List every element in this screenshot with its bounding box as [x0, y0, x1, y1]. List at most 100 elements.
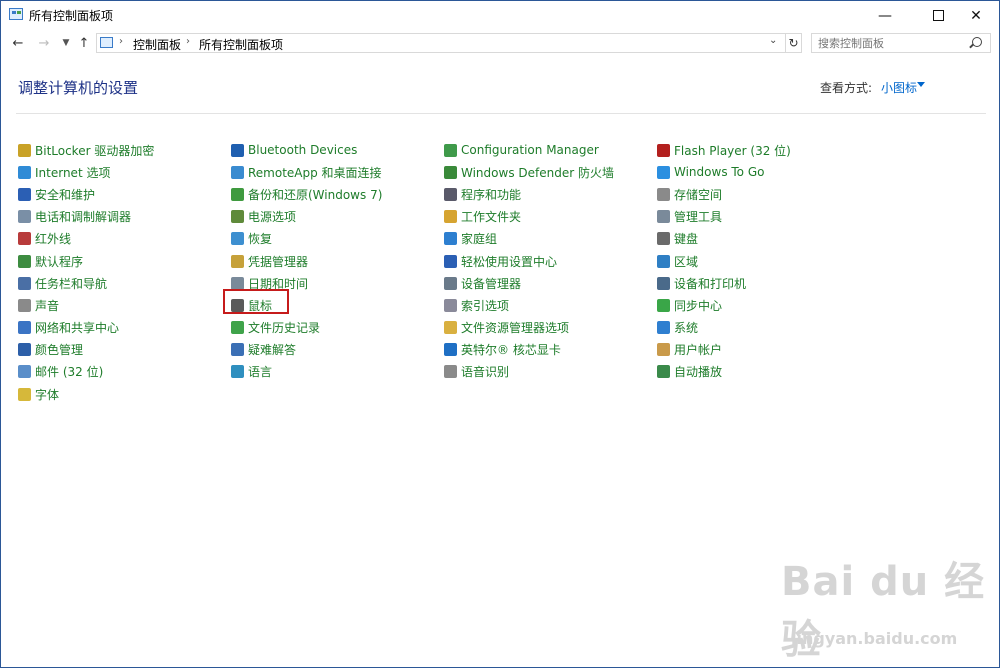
control-panel-item[interactable]: 电源选项 [231, 206, 382, 228]
control-panel-item[interactable]: 系统 [657, 317, 791, 339]
control-panel-item[interactable]: Windows To Go [657, 161, 791, 183]
control-panel-item-label: 设备管理器 [461, 276, 522, 291]
control-panel-item[interactable]: 任务栏和导航 [18, 272, 154, 294]
control-panel-item[interactable]: 颜色管理 [18, 339, 154, 361]
control-panel-item-label: 恢复 [248, 232, 273, 247]
control-panel-item[interactable]: 程序和功能 [444, 183, 614, 205]
control-panel-item[interactable]: 键盘 [657, 228, 791, 250]
minimize-button[interactable]: — [862, 1, 908, 30]
configuration-icon [444, 143, 457, 157]
control-panel-item[interactable]: 恢复 [231, 228, 382, 250]
control-panel-item-label: 文件历史记录 [248, 321, 321, 336]
control-panel-item-label: 用户帐户 [674, 343, 723, 358]
window-title: 所有控制面板项 [29, 9, 114, 23]
control-panel-item-label: 默认程序 [35, 254, 84, 269]
flash-player-icon [657, 143, 670, 157]
phone-modem-icon [18, 210, 31, 224]
control-panel-item[interactable]: Bluetooth Devices [231, 139, 382, 161]
view-by-chevron-down-icon[interactable] [917, 82, 925, 87]
control-panel-item[interactable]: 凭据管理器 [231, 250, 382, 272]
control-panel-item[interactable]: 工作文件夹 [444, 206, 614, 228]
control-panel-item[interactable]: 电话和调制解调器 [18, 206, 154, 228]
control-panel-item-label: Windows Defender 防火墙 [461, 165, 614, 180]
language-icon [231, 365, 244, 379]
control-panel-item[interactable]: 英特尔® 核芯显卡 [444, 339, 614, 361]
search-box[interactable] [811, 33, 991, 53]
control-panel-item[interactable]: 文件资源管理器选项 [444, 317, 614, 339]
control-panel-address-icon [100, 37, 113, 48]
control-panel-item[interactable]: 邮件 (32 位) [18, 361, 154, 383]
address-bar[interactable]: › 控制面板 › 所有控制面板项 ⌄ [96, 33, 786, 53]
control-panel-item[interactable]: 用户帐户 [657, 339, 791, 361]
control-panel-item[interactable]: 轻松使用设置中心 [444, 250, 614, 272]
internet-options-icon [18, 165, 31, 179]
control-panel-item-label: 程序和功能 [461, 187, 522, 202]
control-panel-item[interactable]: 声音 [18, 294, 154, 316]
breadcrumb-separator-icon[interactable]: › [119, 36, 123, 47]
view-by-dropdown[interactable]: 小图标 [881, 79, 917, 96]
address-dropdown-icon[interactable]: ⌄ [769, 35, 777, 46]
backup-icon [231, 187, 244, 201]
control-panel-item[interactable]: Flash Player (32 位) [657, 139, 791, 161]
control-panel-item-label: 任务栏和导航 [35, 276, 108, 291]
control-panel-item[interactable]: 同步中心 [657, 294, 791, 316]
color-management-icon [18, 343, 31, 357]
bitlocker-icon [18, 143, 31, 157]
control-panel-item[interactable]: 设备管理器 [444, 272, 614, 294]
control-panel-item[interactable]: Internet 选项 [18, 161, 154, 183]
control-panel-item[interactable]: 红外线 [18, 228, 154, 250]
breadcrumb-all-items[interactable]: 所有控制面板项 [199, 36, 283, 53]
control-panel-item-label: 语言 [248, 365, 273, 380]
font-icon [18, 387, 31, 401]
control-panel-item[interactable]: Configuration Manager [444, 139, 614, 161]
control-panel-item[interactable]: 疑难解答 [231, 339, 382, 361]
up-arrow-icon[interactable]: ↑ [75, 34, 93, 52]
control-panel-item-label: Bluetooth Devices [248, 143, 358, 158]
control-panel-item[interactable]: 语言 [231, 361, 382, 383]
control-panel-item[interactable]: 管理工具 [657, 206, 791, 228]
control-panel-item-label: 存储空间 [674, 187, 723, 202]
forward-arrow-icon[interactable]: → [35, 34, 53, 52]
search-icon[interactable] [972, 37, 982, 47]
storage-spaces-icon [657, 187, 670, 201]
control-panel-item[interactable]: 索引选项 [444, 294, 614, 316]
programs-icon [444, 187, 457, 201]
keyboard-icon [657, 232, 670, 246]
control-panel-item[interactable]: RemoteApp 和桌面连接 [231, 161, 382, 183]
device-manager-icon [444, 276, 457, 290]
recent-locations-chevron-icon[interactable]: ▼ [57, 34, 75, 52]
control-panel-item[interactable]: 字体 [18, 383, 154, 405]
breadcrumb-control-panel[interactable]: 控制面板 [133, 36, 181, 53]
control-panel-item-label: 工作文件夹 [461, 210, 522, 225]
ease-of-access-icon [444, 254, 457, 268]
control-panel-item-label: 红外线 [35, 232, 72, 247]
control-panel-item[interactable]: 设备和打印机 [657, 272, 791, 294]
items-column-3: Configuration Manager Windows Defender 防火… [444, 139, 614, 383]
control-panel-item[interactable]: 默认程序 [18, 250, 154, 272]
user-accounts-icon [657, 343, 670, 357]
search-input[interactable] [812, 34, 968, 52]
control-panel-item[interactable]: 文件历史记录 [231, 317, 382, 339]
control-panel-item[interactable]: BitLocker 驱动器加密 [18, 139, 154, 161]
control-panel-item[interactable]: 区域 [657, 250, 791, 272]
control-panel-item-label: 电源选项 [248, 210, 297, 225]
control-panel-item[interactable]: 存储空间 [657, 183, 791, 205]
intel-graphics-icon [444, 343, 457, 357]
control-panel-item-label: 区域 [674, 254, 699, 269]
refresh-button[interactable]: ↻ [786, 33, 802, 53]
control-panel-item[interactable]: 网络和共享中心 [18, 317, 154, 339]
control-panel-item-label: 备份和还原(Windows 7) [248, 187, 383, 202]
breadcrumb-separator-icon[interactable]: › [186, 36, 190, 47]
control-panel-item[interactable]: 语音识别 [444, 361, 614, 383]
credential-icon [231, 254, 244, 268]
close-button[interactable]: ✕ [953, 1, 999, 30]
control-panel-item[interactable]: 安全和维护 [18, 183, 154, 205]
control-panel-item[interactable]: 自动播放 [657, 361, 791, 383]
control-panel-item-label: Flash Player (32 位) [674, 143, 791, 158]
control-panel-item[interactable]: Windows Defender 防火墙 [444, 161, 614, 183]
control-panel-item[interactable]: 备份和还原(Windows 7) [231, 183, 382, 205]
control-panel-item-label: 键盘 [674, 232, 699, 247]
mail-icon [18, 365, 31, 379]
back-arrow-icon[interactable]: ← [9, 34, 27, 52]
control-panel-item[interactable]: 家庭组 [444, 228, 614, 250]
